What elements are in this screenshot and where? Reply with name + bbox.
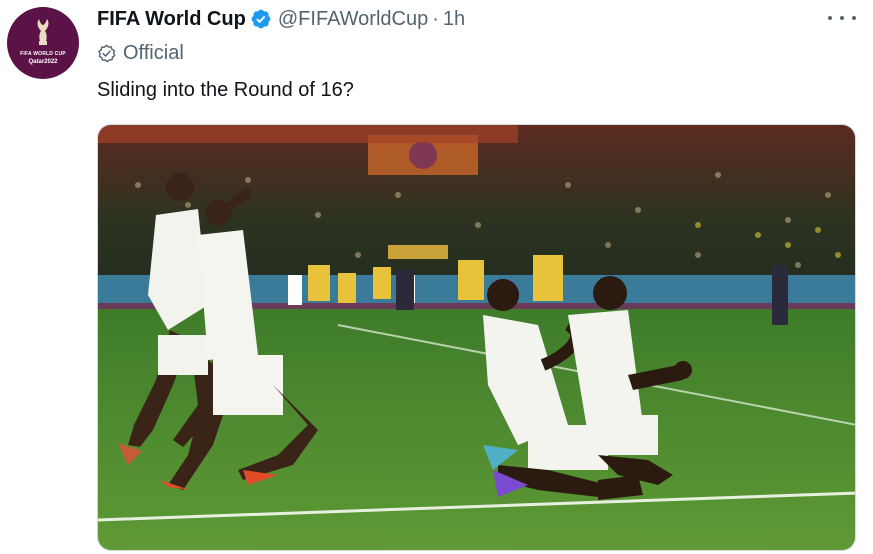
celebration-photo xyxy=(98,125,855,550)
separator-dot: · xyxy=(432,7,439,30)
tweet-text: Sliding into the Round of 16? xyxy=(97,79,354,101)
avatar-text-line1: FIFA WORLD CUP xyxy=(20,51,66,57)
more-options-icon xyxy=(828,16,832,20)
more-options-icon xyxy=(840,16,844,20)
trophy-logo-icon xyxy=(37,19,49,45)
timestamp[interactable]: 1h xyxy=(443,8,465,31)
avatar-text-line2: Qatar2022 xyxy=(28,59,58,65)
more-options-icon xyxy=(852,16,856,20)
tweet-photo[interactable] xyxy=(97,124,856,551)
more-options-button[interactable] xyxy=(828,8,856,28)
user-handle[interactable]: @FIFAWorldCup xyxy=(278,8,428,31)
avatar[interactable]: FIFA WORLD CUP Qatar2022 xyxy=(7,7,79,79)
official-text: Official xyxy=(123,42,184,64)
official-check-icon xyxy=(98,44,116,63)
verified-badge-icon xyxy=(251,9,271,29)
official-label: Official xyxy=(97,42,184,65)
tweet-header: FIFA World Cup @FIFAWorldCup · 1h xyxy=(97,6,465,32)
display-name[interactable]: FIFA World Cup xyxy=(97,8,246,31)
